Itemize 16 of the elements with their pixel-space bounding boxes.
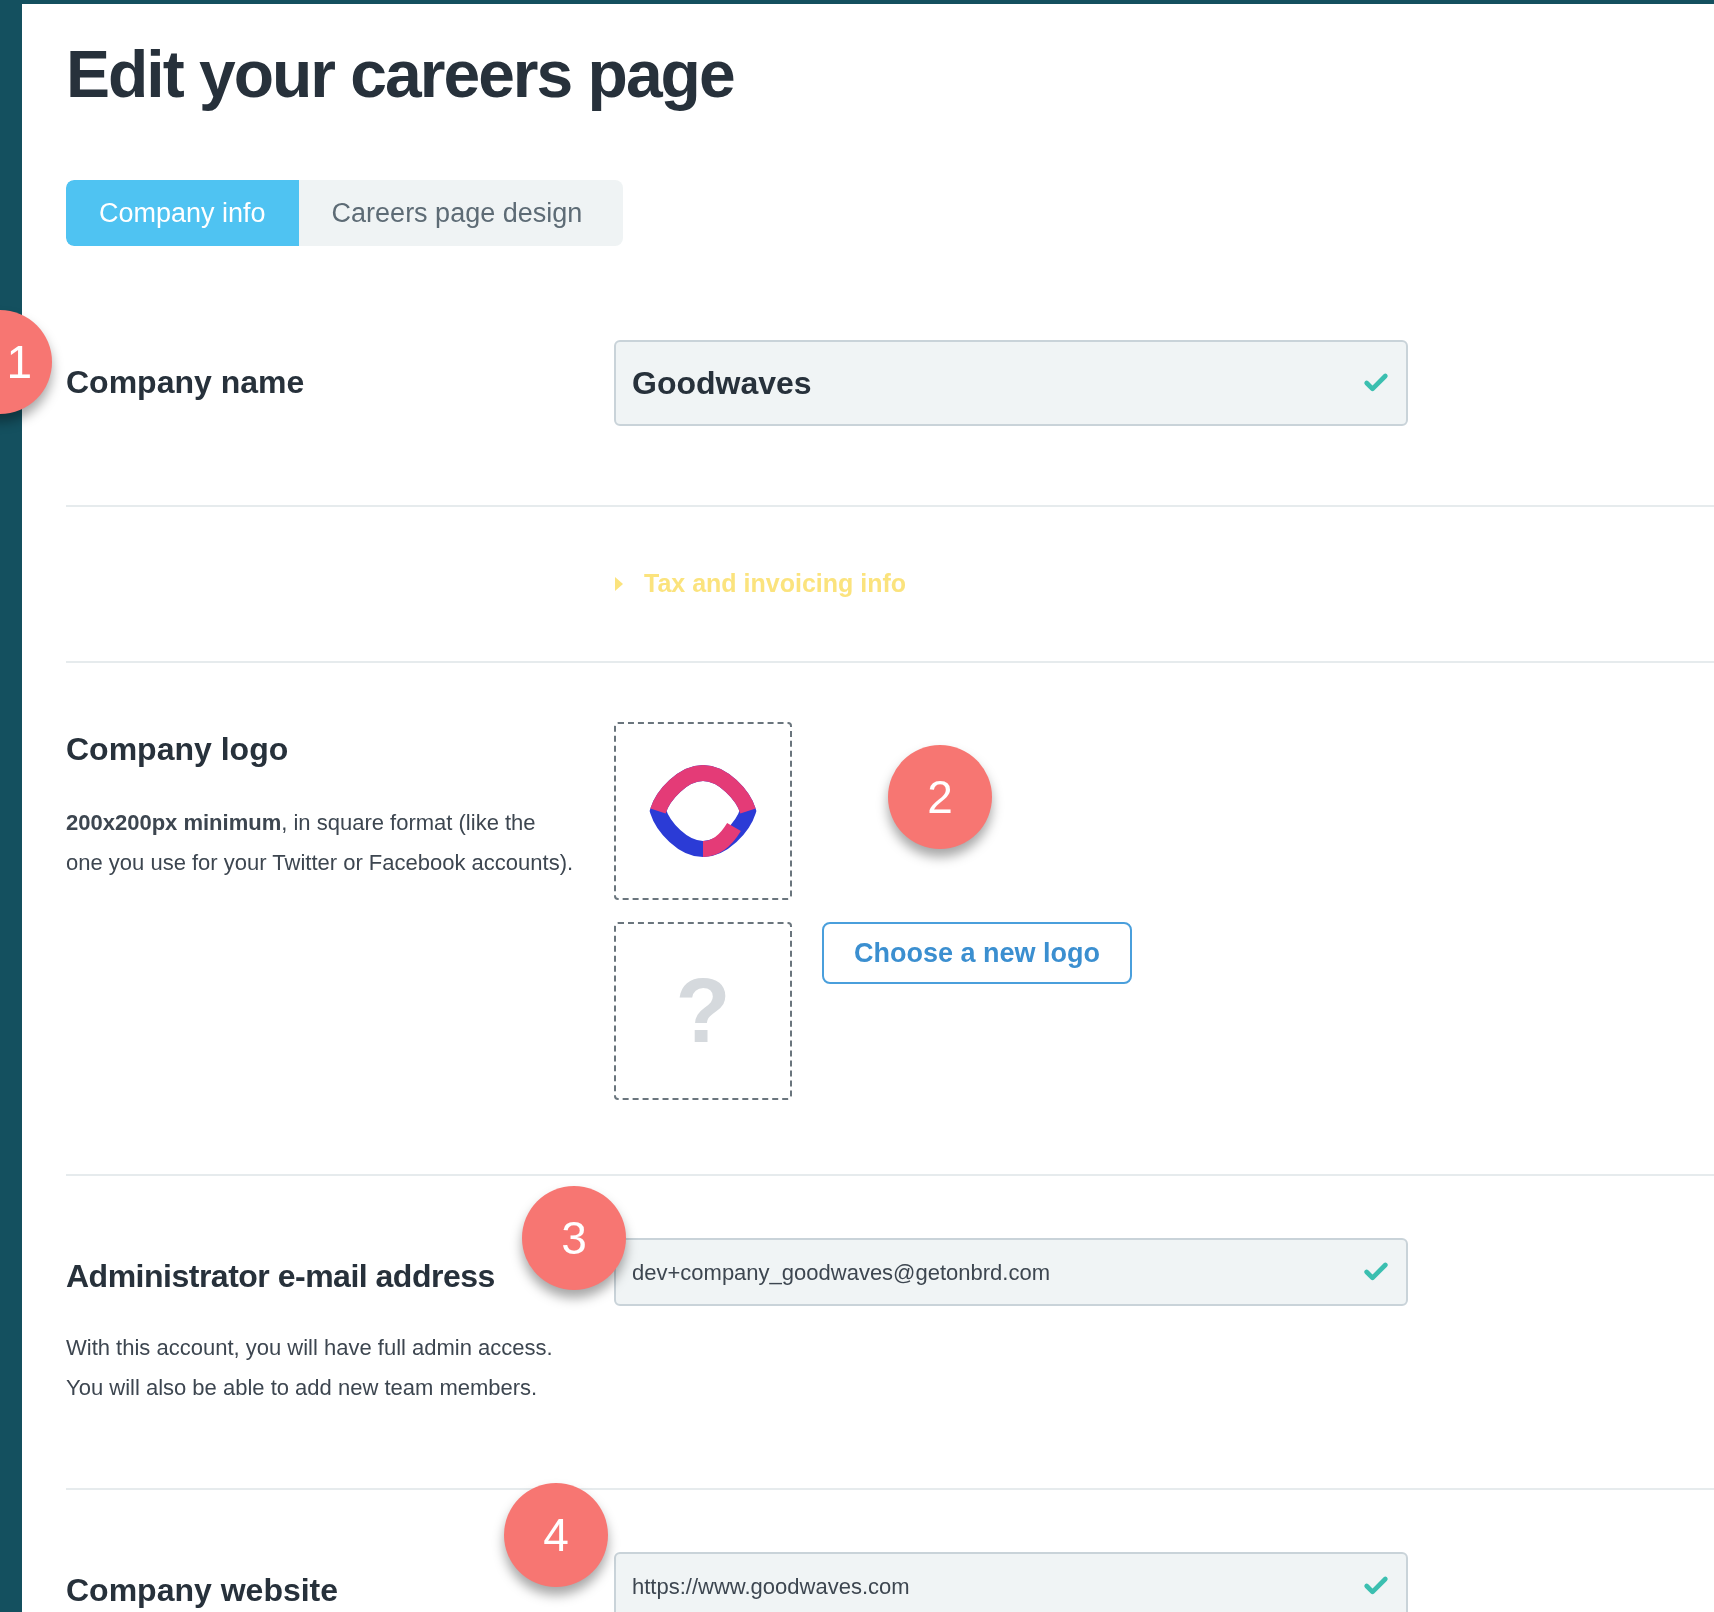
text-field[interactable]: Goodwaves: [614, 340, 1408, 426]
field-label: Company website: [66, 1572, 339, 1608]
text-field[interactable]: https://www.goodwaves.com: [614, 1552, 1408, 1612]
field-value: https://www.goodwaves.com: [632, 1572, 910, 1601]
page-title: Edit your careers page: [66, 36, 735, 113]
choose-logo-button[interactable]: Choose a new logo: [822, 922, 1133, 984]
question-mark: ?: [675, 959, 731, 1063]
field-value: Goodwaves: [632, 364, 812, 403]
field-label: Company logo: [66, 730, 290, 769]
field-label: Company name: [66, 364, 305, 400]
field-hint: 200x200px minimum, in square format (like the one you use for your Twitter or Facebook accounts).: [66, 809, 574, 877]
field-label: Administrator e-mail address: [66, 1257, 496, 1296]
text-field[interactable]: dev+company_goodwaves@getonbrd.com: [614, 1238, 1408, 1306]
field-hint: With this account, you will have full admin access. You will also be able to add new team members.: [66, 1334, 554, 1402]
tab[interactable]: Careers page design: [298, 180, 616, 246]
field-value: dev+company_goodwaves@getonbrd.com: [632, 1258, 1050, 1287]
